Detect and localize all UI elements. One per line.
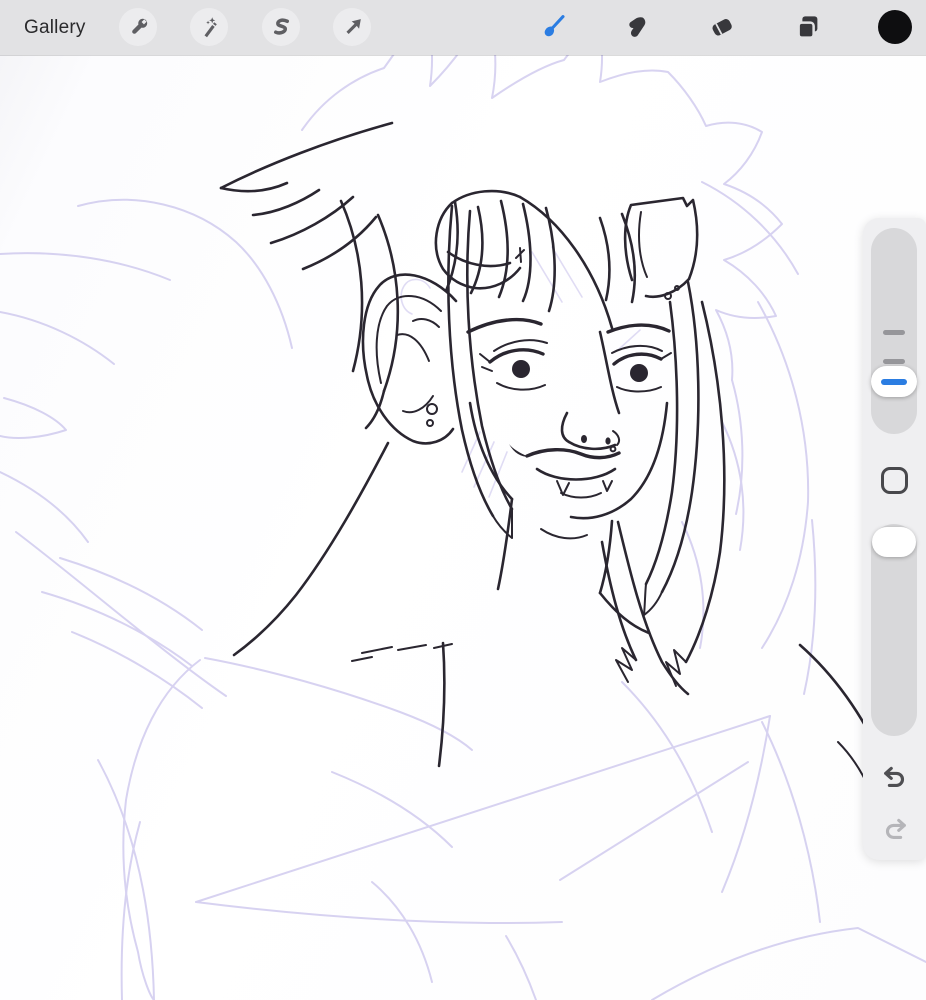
sketch-layer <box>0 3 926 1000</box>
modify-button[interactable] <box>881 467 908 494</box>
layers-button[interactable] <box>789 8 827 46</box>
color-swatch-button[interactable] <box>878 10 912 44</box>
redo-icon <box>885 818 906 839</box>
eraser-icon <box>712 19 732 36</box>
paintbrush-icon <box>544 15 565 37</box>
erase-tool-button[interactable] <box>703 8 741 46</box>
opacity-handle[interactable] <box>872 527 916 557</box>
tool-sidebar <box>863 218 926 860</box>
size-memory-tick <box>883 359 905 364</box>
smudge-icon <box>629 17 646 37</box>
drawing-canvas[interactable] <box>0 0 926 1000</box>
smudge-tool-button[interactable] <box>617 8 655 46</box>
transform-button[interactable] <box>333 8 371 46</box>
ink-layer <box>219 121 886 791</box>
top-toolbar: Gallery <box>0 0 926 55</box>
magic-wand-icon <box>204 16 217 37</box>
layers-icon <box>797 16 818 39</box>
undo-button[interactable] <box>880 764 910 794</box>
adjustments-button[interactable] <box>190 8 228 46</box>
opacity-slider[interactable] <box>871 524 917 736</box>
handle-accent-dash <box>881 378 907 385</box>
brush-size-handle[interactable] <box>871 366 917 397</box>
app-window: Gallery <box>0 0 926 1000</box>
transform-arrow-icon <box>345 18 361 34</box>
brush-size-slider[interactable] <box>871 228 917 434</box>
selection-button[interactable] <box>262 8 300 46</box>
canvas-artwork <box>0 3 926 1000</box>
size-memory-tick <box>883 330 905 335</box>
paint-tool-button[interactable] <box>532 8 570 46</box>
wrench-icon <box>131 18 147 34</box>
undo-icon <box>884 766 905 787</box>
redo-button[interactable] <box>880 816 910 846</box>
selection-s-icon <box>273 17 289 35</box>
gallery-button[interactable]: Gallery <box>24 0 86 55</box>
actions-button[interactable] <box>119 8 157 46</box>
